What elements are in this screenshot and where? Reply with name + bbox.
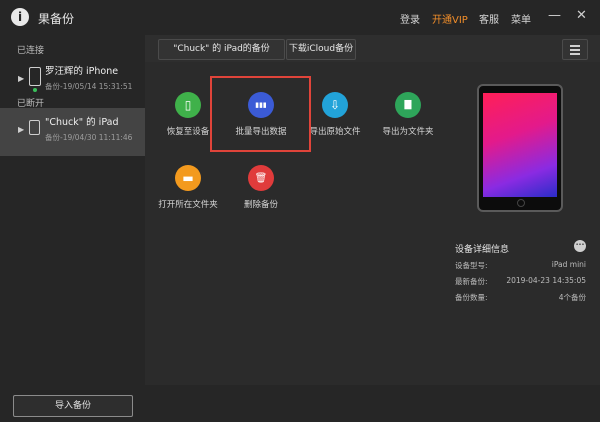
detail-value: 4个备份 [558, 293, 586, 302]
app-logo-icon: i [11, 8, 29, 26]
phone-restore-icon: ▯ [175, 92, 201, 118]
list-view-icon[interactable] [562, 39, 588, 60]
action-label: 删除备份 [243, 200, 278, 210]
home-button-icon [517, 199, 525, 207]
export-as-folder-button[interactable]: ▇ 导出为文件夹 [368, 92, 448, 137]
device-panel: 设备详细信息 ••• 设备型号: iPad mini 最新备份: 2019-04… [441, 62, 600, 385]
tab-ipad-backup[interactable]: "Chuck" 的 iPad的备份 [158, 39, 285, 60]
minimize-button[interactable]: — [548, 8, 561, 23]
device-name: 罗汪辉的 iPhone [45, 66, 119, 77]
title-bar: i 果备份 登录 开通VIP 客服 菜单 — ✕ [0, 0, 600, 35]
device-item-ipad[interactable]: ▶ "Chuck" 的 iPad 备份-19/04/30 11:11:46 [0, 108, 145, 156]
ipad-image [477, 84, 563, 212]
device-backup-time: 备份-19/05/14 15:31:51 [45, 82, 133, 91]
expand-arrow-icon[interactable]: ▶ [18, 125, 24, 134]
bottom-bar [145, 385, 600, 422]
vip-link[interactable]: 开通VIP [432, 11, 468, 26]
delete-icon: 🗑 [248, 165, 274, 191]
tab-icloud-download[interactable]: 下载iCloud备份 [286, 39, 356, 60]
detail-label: 设备型号: [455, 261, 488, 270]
tab-bar: "Chuck" 的 iPad的备份 下载iCloud备份 [145, 35, 600, 62]
export-folder-icon: ▇ [395, 92, 421, 118]
action-label: 导出为文件夹 [382, 127, 434, 137]
import-backup-button[interactable]: 导入备份 [13, 395, 133, 417]
detail-row-model: 设备型号: iPad mini [455, 260, 586, 271]
device-backup-time: 备份-19/04/30 11:11:46 [45, 133, 133, 142]
detail-value: iPad mini [551, 260, 586, 269]
detail-row-latest-backup: 最新备份: 2019-04-23 14:35:05 [455, 276, 586, 287]
detail-label: 最新备份: [455, 277, 488, 286]
connected-section-label: 已连接 [17, 46, 45, 56]
highlight-box [210, 76, 311, 152]
detail-label: 备份数量: [455, 293, 488, 302]
menu-link[interactable]: 菜单 [511, 11, 531, 26]
export-raw-icon: ⇩ [322, 92, 348, 118]
expand-arrow-icon[interactable]: ▶ [18, 74, 24, 83]
login-link[interactable]: 登录 [400, 11, 420, 26]
ipad-screen [483, 93, 557, 197]
open-folder-button[interactable]: ▬ 打开所在文件夹 [148, 165, 228, 210]
detail-value: 2019-04-23 14:35:05 [506, 276, 586, 285]
delete-backup-button[interactable]: 🗑 删除备份 [221, 165, 301, 210]
device-name: "Chuck" 的 iPad [45, 117, 119, 128]
device-detail-title: 设备详细信息 [455, 245, 510, 255]
action-label: 打开所在文件夹 [158, 200, 218, 210]
sidebar: 已连接 ▶ 罗汪辉的 iPhone 备份-19/05/14 15:31:51 已… [0, 35, 145, 422]
detail-row-backup-count: 备份数量: 4个备份 [455, 292, 586, 303]
open-folder-icon: ▬ [175, 165, 201, 191]
app-title: 果备份 [38, 12, 75, 26]
action-panel: ▯ 恢复至设备 ▮▮▮ 批量导出数据 ⇩ 导出原始文件 ▇ 导出为文件夹 ▬ 打… [145, 62, 441, 385]
iphone-icon [29, 67, 41, 86]
support-link[interactable]: 客服 [479, 11, 499, 26]
connected-status-dot [33, 88, 37, 92]
close-button[interactable]: ✕ [576, 8, 587, 23]
ipad-icon [29, 120, 40, 135]
more-icon[interactable]: ••• [574, 240, 586, 252]
